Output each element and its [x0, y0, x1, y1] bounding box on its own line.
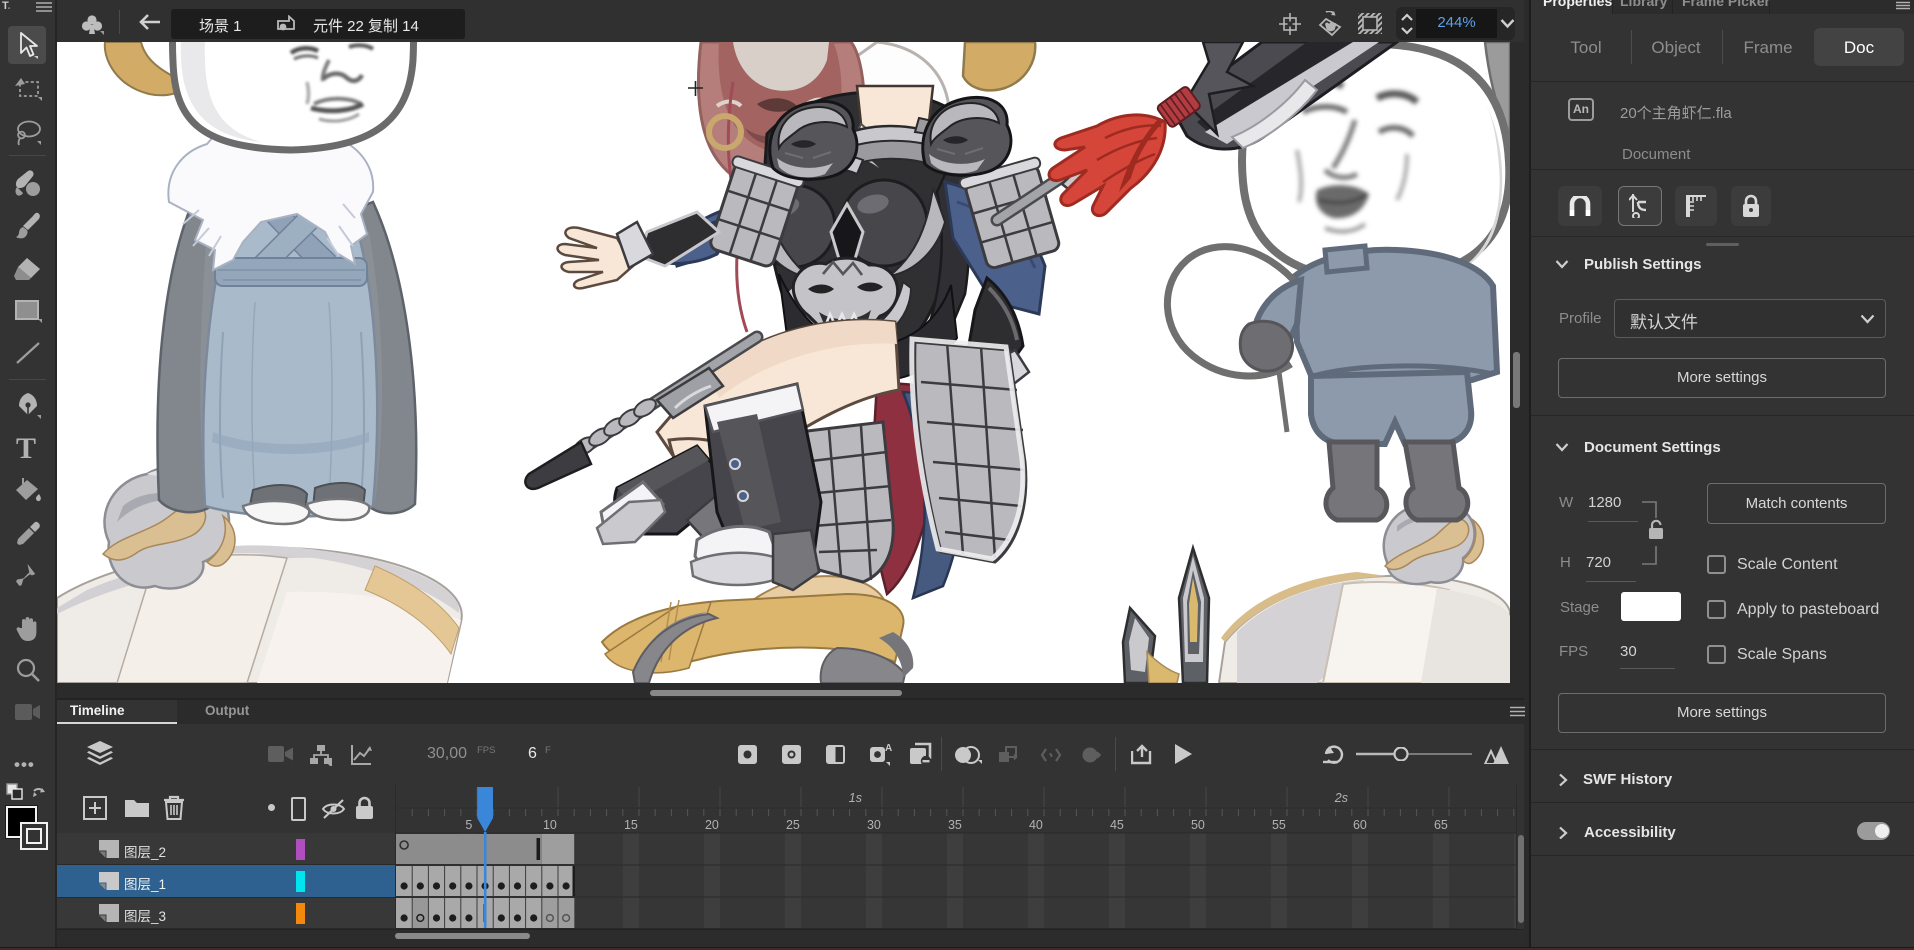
- svg-text:1s: 1s: [849, 791, 862, 805]
- svg-text:20: 20: [705, 818, 719, 832]
- svg-text:10: 10: [543, 818, 557, 832]
- svg-text:45: 45: [1110, 818, 1124, 832]
- svg-text:55: 55: [1272, 818, 1286, 832]
- svg-text:60: 60: [1353, 818, 1367, 832]
- svg-text:25: 25: [786, 818, 800, 832]
- svg-text:65: 65: [1434, 818, 1448, 832]
- svg-text:15: 15: [624, 818, 638, 832]
- svg-text:35: 35: [948, 818, 962, 832]
- svg-text:A: A: [885, 743, 892, 754]
- svg-text:50: 50: [1191, 818, 1205, 832]
- svg-text:40: 40: [1029, 818, 1043, 832]
- svg-text:2s: 2s: [1334, 791, 1348, 805]
- svg-text:5: 5: [465, 818, 472, 832]
- svg-text:30: 30: [867, 818, 881, 832]
